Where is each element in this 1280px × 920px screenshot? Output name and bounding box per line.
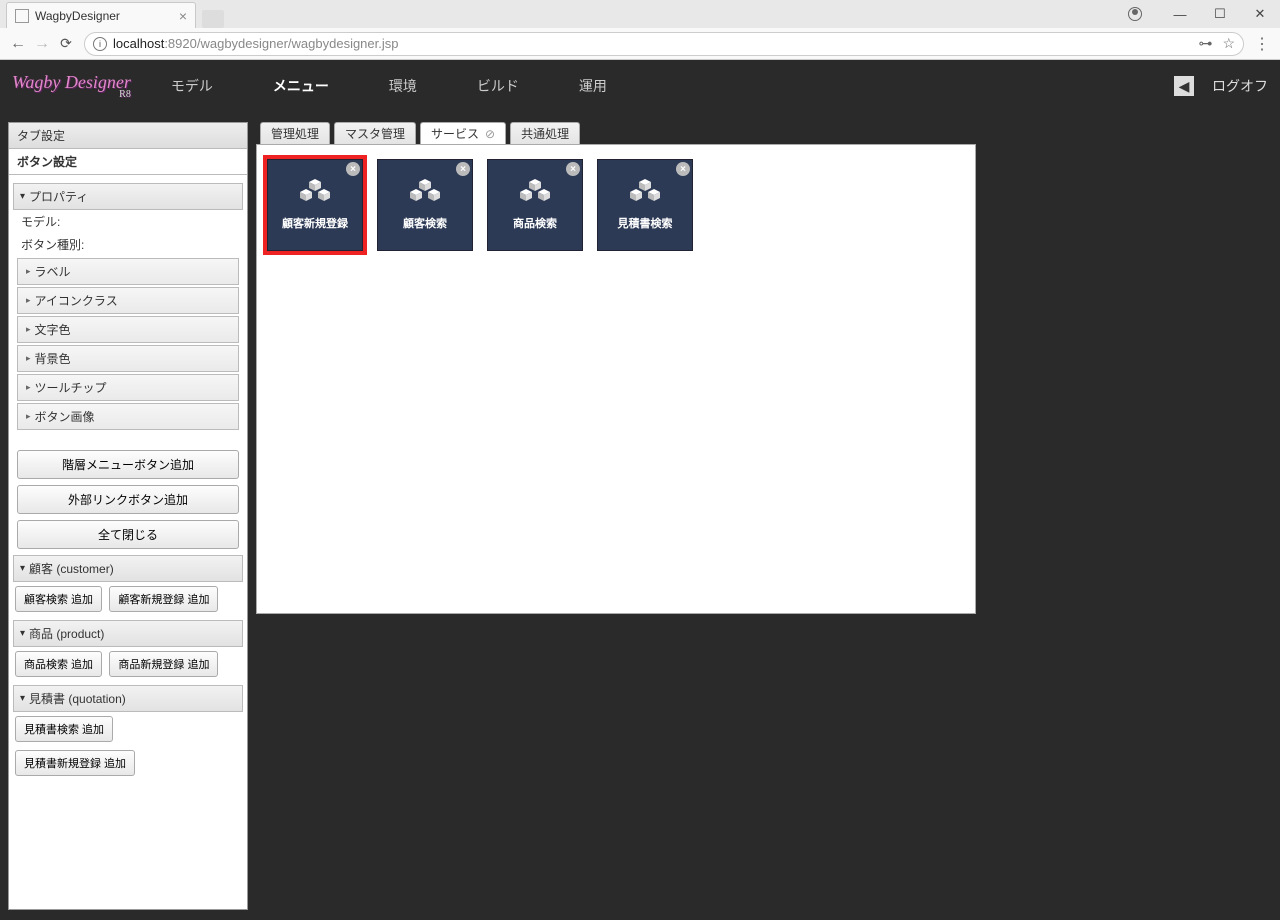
forward-button[interactable]: → bbox=[30, 35, 54, 53]
tab-common[interactable]: 共通処理 bbox=[510, 122, 580, 144]
canvas: × 顧客新規登録 × 顧客検索 × 商品検索 × 見積書検索 bbox=[256, 144, 976, 614]
left-panel-body: ▾プロパティ モデル: ボタン種別: ▸ラベル ▸アイコンクラス ▸文字色 ▸背… bbox=[9, 175, 247, 909]
left-panel: タブ設定 ボタン設定 ▾プロパティ モデル: ボタン種別: ▸ラベル ▸アイコン… bbox=[8, 122, 248, 910]
model-label: モデル: bbox=[13, 210, 243, 233]
prop-iconclass[interactable]: ▸アイコンクラス bbox=[17, 287, 239, 314]
browser-address-bar: ← → ⟳ i localhost:8920/wagbydesigner/wag… bbox=[0, 28, 1280, 60]
quotation-new-add-button[interactable]: 見積書新規登録 追加 bbox=[15, 750, 135, 776]
logoff-link[interactable]: ログオフ bbox=[1212, 76, 1268, 96]
boxes-icon bbox=[627, 179, 663, 207]
tile-delete-icon[interactable]: × bbox=[346, 162, 360, 176]
prop-buttonimage[interactable]: ▸ボタン画像 bbox=[17, 403, 239, 430]
boxes-icon bbox=[517, 179, 553, 207]
group-quotation-header[interactable]: ▾見積書 (quotation) bbox=[13, 685, 243, 712]
right-panel: 管理処理 マスタ管理 サービス⊘ 共通処理 × 顧客新規登録 × 顧客検索 × … bbox=[256, 122, 1272, 910]
site-info-icon[interactable]: i bbox=[93, 37, 107, 51]
product-search-add-button[interactable]: 商品検索 追加 bbox=[15, 651, 102, 677]
property-header[interactable]: ▾プロパティ bbox=[13, 183, 243, 210]
tile-label: 顧客検索 bbox=[403, 215, 447, 231]
nav-build[interactable]: ビルド bbox=[477, 76, 519, 96]
main-area: タブ設定 ボタン設定 ▾プロパティ モデル: ボタン種別: ▸ラベル ▸アイコン… bbox=[0, 112, 1280, 920]
prop-tooltip[interactable]: ▸ツールチップ bbox=[17, 374, 239, 401]
left-tab-buttonsettings[interactable]: ボタン設定 bbox=[9, 149, 247, 175]
window-close[interactable]: ✕ bbox=[1240, 0, 1280, 28]
product-new-add-button[interactable]: 商品新規登録 追加 bbox=[109, 651, 218, 677]
nav-env[interactable]: 環境 bbox=[389, 76, 417, 96]
reload-button[interactable]: ⟳ bbox=[54, 35, 78, 52]
app-topbar: Wagby DesignerR8 モデル メニュー 環境 ビルド 運用 ◀ ログ… bbox=[0, 60, 1280, 112]
url-text: localhost:8920/wagbydesigner/wagbydesign… bbox=[113, 36, 1190, 51]
boxes-icon bbox=[297, 179, 333, 207]
quotation-search-add-button[interactable]: 見積書検索 追加 bbox=[15, 716, 113, 742]
window-minimize[interactable]: — bbox=[1160, 0, 1200, 28]
tab-service[interactable]: サービス⊘ bbox=[420, 122, 506, 144]
tile-delete-icon[interactable]: × bbox=[676, 162, 690, 176]
tile-customer-new[interactable]: × 顧客新規登録 bbox=[267, 159, 363, 251]
nav-menu[interactable]: メニュー bbox=[273, 76, 329, 96]
address-box[interactable]: i localhost:8920/wagbydesigner/wagbydesi… bbox=[84, 32, 1244, 56]
app-logo: Wagby DesignerR8 bbox=[12, 72, 131, 100]
tile-delete-icon[interactable]: × bbox=[456, 162, 470, 176]
customer-search-add-button[interactable]: 顧客検索 追加 bbox=[15, 586, 102, 612]
prop-bgcolor[interactable]: ▸背景色 bbox=[17, 345, 239, 372]
browser-menu-icon[interactable]: ⋮ bbox=[1250, 34, 1274, 54]
tab-admin[interactable]: 管理処理 bbox=[260, 122, 330, 144]
prop-label[interactable]: ▸ラベル bbox=[17, 258, 239, 285]
tile-delete-icon[interactable]: × bbox=[566, 162, 580, 176]
tab-close-icon[interactable]: × bbox=[179, 8, 187, 24]
window-controls: — ☐ ✕ bbox=[1128, 0, 1280, 28]
group-product-header[interactable]: ▾商品 (product) bbox=[13, 620, 243, 647]
button-type-label: ボタン種別: bbox=[13, 233, 243, 256]
tile-label: 見積書検索 bbox=[618, 215, 673, 231]
tab-master[interactable]: マスタ管理 bbox=[334, 122, 416, 144]
add-hierarchy-menu-button[interactable]: 階層メニューボタン追加 bbox=[17, 450, 239, 479]
collapse-icon[interactable]: ◀ bbox=[1174, 76, 1194, 96]
close-all-button[interactable]: 全て閉じる bbox=[17, 520, 239, 549]
tile-label: 顧客新規登録 bbox=[282, 215, 348, 231]
page-icon bbox=[15, 9, 29, 23]
window-maximize[interactable]: ☐ bbox=[1200, 0, 1240, 28]
group-customer-header[interactable]: ▾顧客 (customer) bbox=[13, 555, 243, 582]
top-nav: モデル メニュー 環境 ビルド 運用 bbox=[171, 76, 607, 96]
nav-model[interactable]: モデル bbox=[171, 76, 213, 96]
tile-product-search[interactable]: × 商品検索 bbox=[487, 159, 583, 251]
browser-tab-bar: WagbyDesigner × — ☐ ✕ bbox=[0, 0, 1280, 28]
customer-new-add-button[interactable]: 顧客新規登録 追加 bbox=[109, 586, 218, 612]
tile-quotation-search[interactable]: × 見積書検索 bbox=[597, 159, 693, 251]
user-icon[interactable] bbox=[1128, 7, 1142, 21]
nav-operate[interactable]: 運用 bbox=[579, 76, 607, 96]
new-tab-button[interactable] bbox=[202, 10, 224, 28]
boxes-icon bbox=[407, 179, 443, 207]
content-tab-strip: 管理処理 マスタ管理 サービス⊘ 共通処理 bbox=[256, 122, 1272, 144]
back-button[interactable]: ← bbox=[6, 35, 30, 53]
add-external-link-button[interactable]: 外部リンクボタン追加 bbox=[17, 485, 239, 514]
tab-title: WagbyDesigner bbox=[35, 9, 120, 23]
left-tab-tabsettings[interactable]: タブ設定 bbox=[9, 123, 247, 149]
tile-customer-search[interactable]: × 顧客検索 bbox=[377, 159, 473, 251]
star-icon[interactable]: ☆ bbox=[1222, 35, 1235, 52]
browser-tab[interactable]: WagbyDesigner × bbox=[6, 2, 196, 28]
prop-textcolor[interactable]: ▸文字色 bbox=[17, 316, 239, 343]
tab-close-icon[interactable]: ⊘ bbox=[485, 127, 495, 141]
tile-label: 商品検索 bbox=[513, 215, 557, 231]
key-icon[interactable]: ⊶ bbox=[1198, 35, 1212, 52]
